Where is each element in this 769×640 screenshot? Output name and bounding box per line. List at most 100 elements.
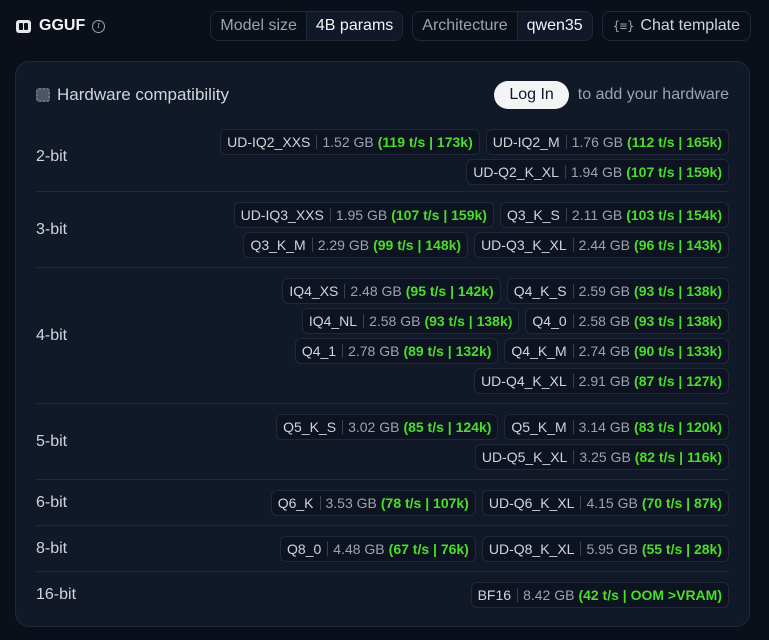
quant-list: Q8_0 4.48 GB (67 t/s | 76k) UD-Q8_K_XL 5.95 …: [156, 526, 729, 572]
quant-perf: (96 t/s | 143k): [634, 237, 722, 253]
quant-perf: (112 t/s | 165k): [627, 134, 722, 150]
bit-row: 6-bit Q6_K 3.53 GB (78 t/s | 107k) UD-Q6_K_X…: [36, 480, 729, 526]
quant-perf: (55 t/s | 28k): [641, 541, 722, 557]
quant-name: Q3_K_S: [507, 208, 567, 222]
header-bar: GGUF i Model size 4B params Architecture…: [16, 11, 751, 41]
quant-size: 2.48 GB: [350, 283, 402, 299]
quant-size: 8.42 GB: [523, 587, 575, 603]
quant-name: Q4_1: [302, 344, 344, 358]
quant-name: Q4_K_S: [514, 284, 574, 298]
quant-name: UD-Q8_K_XL: [489, 542, 582, 556]
quant-size: 2.11 GB: [571, 207, 623, 223]
quant-badge[interactable]: UD-Q5_K_XL 3.25 GB (82 t/s | 116k): [474, 444, 729, 470]
quant-perf: (67 t/s | 76k): [388, 541, 469, 557]
quant-name: Q6_K: [278, 496, 321, 510]
bit-label: 3-bit: [36, 220, 68, 238]
quant-perf: (93 t/s | 138k): [634, 313, 722, 329]
quant-badge[interactable]: Q5_K_M 3.14 GB (83 t/s | 120k): [504, 414, 729, 440]
quant-perf: (89 t/s | 132k): [403, 343, 492, 359]
quant-name: Q5_K_S: [283, 420, 344, 434]
quant-size: 1.95 GB: [335, 207, 388, 223]
quant-badge[interactable]: Q4_0 2.58 GB (93 t/s | 138k): [525, 308, 729, 334]
quant-list: IQ4_XS 2.48 GB (95 t/s | 142k) Q4_K_S 2.59 G…: [156, 268, 729, 404]
quant-badge[interactable]: BF16 8.42 GB (42 t/s | OOM >VRAM): [470, 582, 729, 608]
quant-badge[interactable]: Q4_K_M 2.74 GB (90 t/s | 133k): [504, 338, 729, 364]
quant-list: UD-IQ3_XXS 1.95 GB (107 t/s | 159k) Q3_K_S 2…: [156, 192, 729, 268]
quant-badge[interactable]: UD-IQ2_M 1.76 GB (112 t/s | 165k): [485, 129, 729, 155]
quant-name: Q4_K_M: [511, 344, 574, 358]
login-suffix: to add your hardware: [577, 86, 729, 103]
quant-perf: (93 t/s | 138k): [634, 283, 722, 299]
quant-badge[interactable]: Q3_K_M 2.29 GB (99 t/s | 148k): [243, 232, 469, 258]
quant-size: 1.76 GB: [571, 134, 624, 150]
chip-icon: [36, 88, 50, 102]
bit-row: 16-bit BF16 8.42 GB (42 t/s | OOM >VRAM): [36, 572, 729, 618]
quant-perf: (103 t/s | 154k): [626, 207, 722, 223]
quant-badge[interactable]: Q4_K_S 2.59 GB (93 t/s | 138k): [506, 278, 729, 304]
quant-size: 3.25 GB: [579, 449, 631, 465]
quant-badge[interactable]: Q3_K_S 2.11 GB (103 t/s | 154k): [499, 202, 729, 228]
braces-icon: {≡}: [612, 19, 635, 33]
quant-perf: (107 t/s | 159k): [391, 207, 487, 223]
quant-name: Q8_0: [287, 542, 329, 556]
bit-row: 2-bit UD-IQ2_XXS 1.52 GB (119 t/s | 173k) UD…: [36, 122, 729, 192]
bit-label: 16-bit: [36, 586, 77, 603]
bit-label: 5-bit: [36, 432, 68, 450]
info-icon[interactable]: i: [92, 19, 106, 33]
quant-badge[interactable]: UD-Q3_K_XL 2.44 GB (96 t/s | 143k): [474, 232, 729, 258]
quant-badge[interactable]: IQ4_XS 2.48 GB (95 t/s | 142k): [282, 278, 501, 304]
quant-name: IQ4_NL: [309, 314, 365, 328]
quant-size: 2.29 GB: [317, 237, 370, 253]
quant-badge[interactable]: UD-Q8_K_XL 5.95 GB (55 t/s | 28k): [481, 536, 729, 562]
quant-badge[interactable]: UD-Q6_K_XL 4.15 GB (70 t/s | 87k): [481, 490, 729, 516]
quant-name: Q4_0: [532, 314, 574, 328]
architecture-label: Architecture: [422, 17, 508, 34]
quant-badge[interactable]: Q5_K_S 3.02 GB (85 t/s | 124k): [276, 414, 499, 440]
quant-name: UD-Q4_K_XL: [481, 374, 574, 388]
quant-badge[interactable]: Q4_1 2.78 GB (89 t/s | 132k): [294, 338, 499, 364]
quant-name: UD-Q5_K_XL: [482, 450, 575, 464]
bit-row: 8-bit Q8_0 4.48 GB (67 t/s | 76k) UD-Q8_K_XL…: [36, 526, 729, 572]
quant-name: UD-IQ3_XXS: [241, 208, 331, 222]
quant-size: 2.74 GB: [578, 343, 631, 359]
quant-size: 2.59 GB: [578, 283, 631, 299]
quant-perf: (83 t/s | 120k): [634, 419, 722, 435]
bit-row: 3-bit UD-IQ3_XXS 1.95 GB (107 t/s | 159k) Q3…: [36, 192, 729, 268]
quant-perf: (78 t/s | 107k): [380, 495, 469, 511]
bit-label: 2-bit: [36, 147, 68, 165]
bit-label: 4-bit: [36, 326, 68, 344]
quant-badge[interactable]: Q6_K 3.53 GB (78 t/s | 107k): [270, 490, 476, 516]
quant-perf: (90 t/s | 133k): [634, 343, 722, 359]
quant-badge[interactable]: UD-Q4_K_XL 2.91 GB (87 t/s | 127k): [474, 368, 729, 394]
quant-size: 1.94 GB: [570, 164, 623, 180]
quant-badge[interactable]: UD-IQ3_XXS 1.95 GB (107 t/s | 159k): [233, 202, 494, 228]
bit-row: 5-bit Q5_K_S 3.02 GB (85 t/s | 124k) Q5_K_M 3…: [36, 404, 729, 480]
quant-perf: (107 t/s | 159k): [626, 164, 722, 180]
quant-badge[interactable]: Q8_0 4.48 GB (67 t/s | 76k): [280, 536, 476, 562]
quant-list: Q6_K 3.53 GB (78 t/s | 107k) UD-Q6_K_XL 4.15…: [156, 480, 729, 526]
quant-badge[interactable]: IQ4_NL 2.58 GB (93 t/s | 138k): [301, 308, 520, 334]
quant-name: BF16: [478, 588, 519, 602]
quant-perf: (85 t/s | 124k): [403, 419, 492, 435]
gguf-icon: [16, 19, 31, 33]
quant-badge[interactable]: UD-Q2_K_XL 1.94 GB (107 t/s | 159k): [466, 159, 729, 185]
login-button[interactable]: Log In: [494, 81, 569, 109]
quant-size: 2.78 GB: [348, 343, 400, 359]
quant-name: UD-Q3_K_XL: [481, 238, 574, 252]
chat-template-label: Chat template: [640, 17, 740, 34]
panel-title: Hardware compatibility: [57, 85, 229, 104]
quant-perf: (82 t/s | 116k): [634, 449, 722, 465]
quant-size: 2.91 GB: [578, 373, 631, 389]
quant-badge[interactable]: UD-IQ2_XXS 1.52 GB (119 t/s | 173k): [220, 129, 480, 155]
bit-label: 8-bit: [36, 539, 68, 557]
quant-list: Q5_K_S 3.02 GB (85 t/s | 124k) Q5_K_M 3.14 G…: [156, 404, 729, 480]
quant-size: 2.58 GB: [369, 313, 421, 329]
chat-template-button[interactable]: {≡} Chat template: [601, 11, 751, 41]
quant-size: 3.02 GB: [348, 419, 400, 435]
quant-size: 4.48 GB: [333, 541, 385, 557]
quant-perf: (93 t/s | 138k): [424, 313, 513, 329]
quant-size: 1.52 GB: [322, 134, 374, 150]
quant-size: 2.44 GB: [578, 237, 631, 253]
quant-name: UD-IQ2_XXS: [227, 135, 318, 149]
quant-name: UD-IQ2_M: [493, 135, 567, 149]
